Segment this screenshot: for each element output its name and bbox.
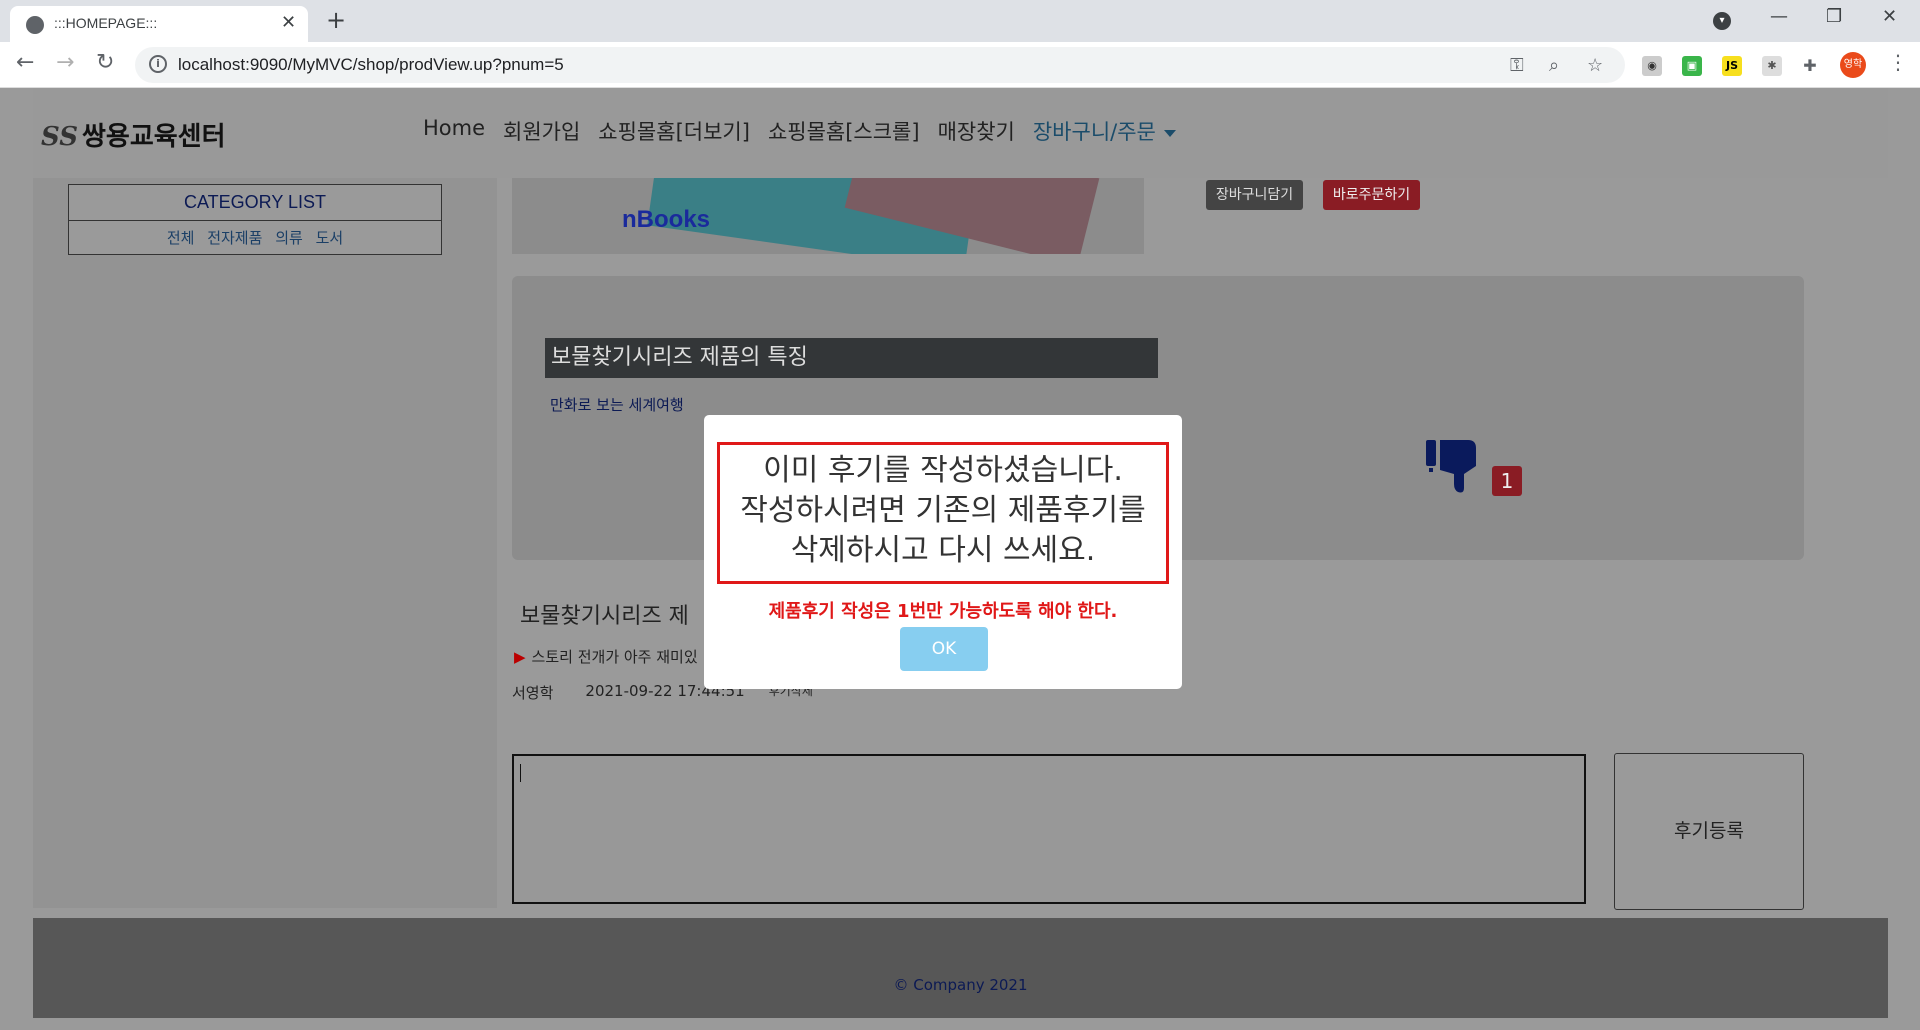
alert-message-box: 이미 후기를 작성하셨습니다. 작성하시려면 기존의 제품후기를 삭제하시고 다… <box>717 442 1169 584</box>
category-books[interactable]: 도서 <box>316 229 344 247</box>
alert-line-2: 작성하시려면 기존의 제품후기를 <box>740 493 1146 528</box>
profile-avatar[interactable]: 영학 <box>1840 52 1866 78</box>
dislike-count-badge: 1 <box>1492 466 1522 496</box>
menu-store-finder[interactable]: 매장찾기 <box>938 116 1015 146</box>
review-author: 서영학 <box>512 684 554 702</box>
browser-tab[interactable]: :::HOMEPAGE::: ✕ <box>10 6 308 42</box>
minimize-button[interactable]: — <box>1770 6 1788 27</box>
triangle-right-icon: ▶ <box>514 648 526 666</box>
address-bar[interactable]: i localhost:9090/MyMVC/shop/prodView.up?… <box>135 47 1625 83</box>
buy-now-button[interactable]: 바로주문하기 <box>1323 180 1420 210</box>
site-footer: © Company 2021 <box>33 918 1888 1018</box>
alert-sub-message: 제품후기 작성은 1번만 가능하도록 해야 한다. <box>768 601 1118 622</box>
back-icon[interactable]: ← <box>16 50 34 75</box>
menu-cart-order-label: 장바구니/주문 <box>1032 120 1156 144</box>
menu-shop-scroll[interactable]: 쇼핑몰홈[스크롤] <box>768 116 920 146</box>
review-submit-button[interactable]: 후기등록 <box>1614 753 1804 910</box>
zoom-icon[interactable]: ⌕ <box>1549 55 1559 76</box>
menu-register[interactable]: 회원가입 <box>503 116 580 146</box>
menu-shop-more[interactable]: 쇼핑몰홈[더보기] <box>598 116 750 146</box>
browser-tab-bar: :::HOMEPAGE::: ✕ + ▾ — ❐ ✕ <box>0 0 1920 42</box>
category-electronics[interactable]: 전자제품 <box>207 229 262 247</box>
extension-icon-1[interactable]: ◉ <box>1642 56 1662 76</box>
review-input[interactable] <box>512 754 1586 904</box>
logo-text: 쌍용교육센터 <box>81 122 226 152</box>
ok-button[interactable]: OK <box>900 627 988 671</box>
category-list: CATEGORY LIST 전체 전자제품 의류 도서 <box>68 184 442 255</box>
logo-mark: SS <box>41 122 78 152</box>
forward-icon[interactable]: → <box>56 50 74 75</box>
extension-icon-2[interactable]: ▣ <box>1682 56 1702 76</box>
tab-close-icon[interactable]: ✕ <box>281 12 296 33</box>
sidebar: CATEGORY LIST 전체 전자제품 의류 도서 <box>33 178 497 908</box>
star-icon[interactable]: ☆ <box>1587 55 1603 76</box>
footer-copyright: © Company 2021 <box>893 976 1028 994</box>
browser-toolbar: ← → ↻ i localhost:9090/MyMVC/shop/prodVi… <box>0 42 1920 88</box>
review-list-item: ▶ 스토리 전개가 아주 재미있 <box>514 646 698 667</box>
alert-line-1: 이미 후기를 작성하셨습니다. <box>763 453 1123 488</box>
alert-line-3: 삭제하시고 다시 쓰세요. <box>790 533 1096 568</box>
globe-icon <box>26 16 44 34</box>
bug-extension-icon[interactable]: ✱ <box>1762 56 1782 76</box>
nbooks-logo: nBooks <box>622 206 711 233</box>
puzzle-icon[interactable]: ✚ <box>1800 56 1820 76</box>
category-links: 전체 전자제품 의류 도서 <box>69 221 441 254</box>
feature-title: 보물찾기시리즈 제품의 특징 <box>545 338 1158 378</box>
key-icon[interactable]: ⚿ <box>1510 55 1524 76</box>
site-header: SS 쌍용교육센터 Home 회원가입 쇼핑몰홈[더보기] 쇼핑몰홈[스크롤] 매… <box>33 88 1888 178</box>
thumbs-down-icon[interactable] <box>1424 436 1482 496</box>
maximize-button[interactable]: ❐ <box>1826 6 1842 27</box>
feature-description: 만화로 보는 세계여행 <box>550 396 684 414</box>
product-image: nBooks <box>512 178 1144 254</box>
site-info-icon[interactable]: i <box>149 55 167 73</box>
add-to-cart-button[interactable]: 장바구니담기 <box>1206 180 1303 210</box>
tab-title: :::HOMEPAGE::: <box>54 15 158 31</box>
reload-icon[interactable]: ↻ <box>96 50 114 75</box>
alert-modal: 이미 후기를 작성하셨습니다. 작성하시려면 기존의 제품후기를 삭제하시고 다… <box>704 415 1182 689</box>
text-cursor <box>520 764 521 782</box>
menu-home[interactable]: Home <box>423 116 485 146</box>
main-menu: Home 회원가입 쇼핑몰홈[더보기] 쇼핑몰홈[스크롤] 매장찾기 장바구니/… <box>423 116 1176 146</box>
review-section-title: 보물찾기시리즈 제 <box>520 604 689 629</box>
new-tab-button[interactable]: + <box>326 6 346 34</box>
category-all[interactable]: 전체 <box>167 229 195 247</box>
caret-down-icon <box>1163 129 1176 137</box>
menu-cart-order[interactable]: 장바구니/주문 <box>1033 116 1176 146</box>
tab-search-icon[interactable]: ▾ <box>1713 12 1731 30</box>
review-content: 스토리 전개가 아주 재미있 <box>531 648 698 666</box>
url-text[interactable]: localhost:9090/MyMVC/shop/prodView.up?pn… <box>178 55 564 75</box>
kebab-menu-icon[interactable]: ⋮ <box>1888 50 1908 74</box>
category-clothing[interactable]: 의류 <box>275 229 303 247</box>
category-title: CATEGORY LIST <box>69 185 441 221</box>
site-logo[interactable]: SS 쌍용교육센터 <box>41 116 226 153</box>
close-window-button[interactable]: ✕ <box>1882 6 1897 27</box>
js-extension-icon[interactable]: JS <box>1722 56 1742 76</box>
